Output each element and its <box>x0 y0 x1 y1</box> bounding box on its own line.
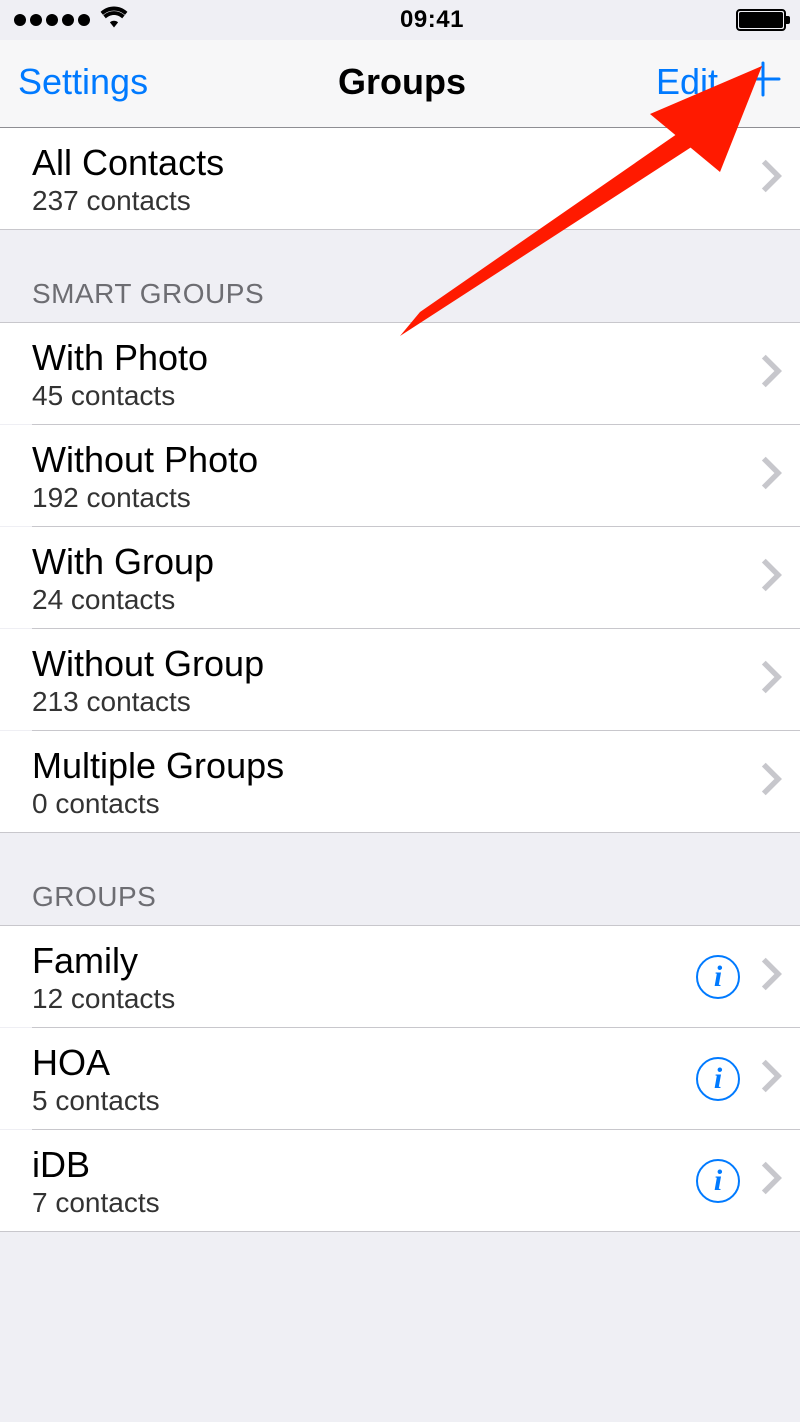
status-right <box>736 9 786 31</box>
info-icon: i <box>714 962 722 992</box>
row-title: Multiple Groups <box>32 743 760 788</box>
row-title: HOA <box>32 1040 696 1085</box>
row-subtitle: 237 contacts <box>32 185 760 217</box>
edit-button[interactable]: Edit <box>656 61 718 103</box>
smart-group-row-multiple-groups[interactable]: Multiple Groups 0 contacts <box>0 731 800 832</box>
smart-group-row-with-group[interactable]: With Group 24 contacts <box>0 527 800 628</box>
smart-group-row-with-photo[interactable]: With Photo 45 contacts <box>0 323 800 424</box>
info-button[interactable]: i <box>696 1057 740 1101</box>
page-title: Groups <box>148 61 656 103</box>
info-icon: i <box>714 1166 722 1196</box>
row-title: Without Group <box>32 641 760 686</box>
smart-group-row-without-photo[interactable]: Without Photo 192 contacts <box>0 425 800 526</box>
row-title: Without Photo <box>32 437 760 482</box>
status-time: 09:41 <box>400 6 464 34</box>
group-row-hoa[interactable]: HOA 5 contacts i <box>0 1028 800 1129</box>
nav-right-group: Edit <box>656 60 782 103</box>
settings-back-button[interactable]: Settings <box>18 61 148 103</box>
group-row-idb[interactable]: iDB 7 contacts i <box>0 1130 800 1231</box>
smart-group-row-without-group[interactable]: Without Group 213 contacts <box>0 629 800 730</box>
row-subtitle: 192 contacts <box>32 482 760 514</box>
info-button[interactable]: i <box>696 955 740 999</box>
info-icon: i <box>714 1064 722 1094</box>
wifi-icon <box>100 6 128 35</box>
navigation-bar: Settings Groups Edit <box>0 40 800 128</box>
row-title: Family <box>32 938 696 983</box>
status-left <box>14 6 128 35</box>
row-title: With Photo <box>32 335 760 380</box>
row-subtitle: 0 contacts <box>32 788 760 820</box>
row-subtitle: 7 contacts <box>32 1187 696 1219</box>
battery-icon <box>736 9 786 31</box>
add-button[interactable] <box>744 60 782 103</box>
chevron-right-icon <box>760 353 782 394</box>
row-subtitle: 5 contacts <box>32 1085 696 1117</box>
chevron-right-icon <box>760 761 782 802</box>
chevron-right-icon <box>760 659 782 700</box>
row-subtitle: 213 contacts <box>32 686 760 718</box>
row-subtitle: 45 contacts <box>32 380 760 412</box>
chevron-right-icon <box>760 1058 782 1099</box>
signal-strength-icon <box>14 14 90 26</box>
group-row-family[interactable]: Family 12 contacts i <box>0 926 800 1027</box>
row-title: With Group <box>32 539 760 584</box>
row-title: All Contacts <box>32 140 760 185</box>
groups-section: Family 12 contacts i HOA 5 contacts i iD… <box>0 925 800 1232</box>
all-contacts-row[interactable]: All Contacts 237 contacts <box>0 128 800 230</box>
row-subtitle: 24 contacts <box>32 584 760 616</box>
chevron-right-icon <box>760 557 782 598</box>
section-header-smart-groups: SMART GROUPS <box>0 230 800 322</box>
chevron-right-icon <box>760 158 782 199</box>
row-title: iDB <box>32 1142 696 1187</box>
chevron-right-icon <box>760 1160 782 1201</box>
row-subtitle: 12 contacts <box>32 983 696 1015</box>
chevron-right-icon <box>760 956 782 997</box>
info-button[interactable]: i <box>696 1159 740 1203</box>
plus-icon <box>744 85 782 102</box>
smart-groups-section: With Photo 45 contacts Without Photo 192… <box>0 322 800 833</box>
section-header-groups: GROUPS <box>0 833 800 925</box>
chevron-right-icon <box>760 455 782 496</box>
status-bar: 09:41 <box>0 0 800 40</box>
